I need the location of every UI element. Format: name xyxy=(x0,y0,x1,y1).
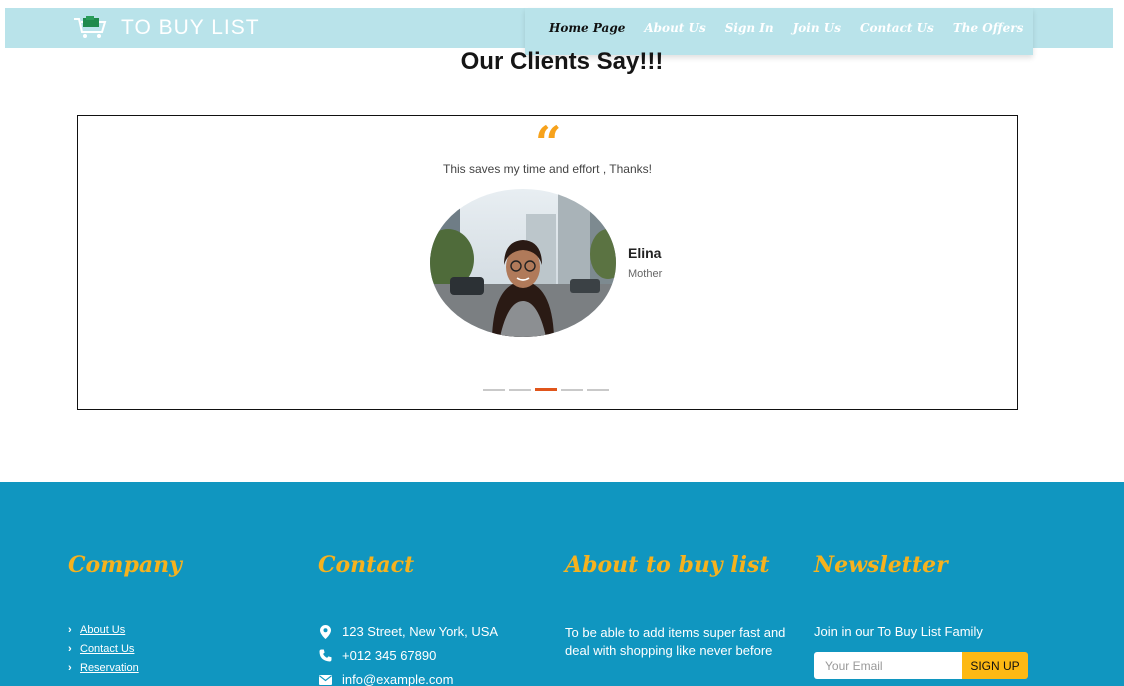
nav-home-page[interactable]: Home Page xyxy=(549,21,625,35)
envelope-icon xyxy=(318,673,332,686)
carousel-dot-3[interactable] xyxy=(535,388,557,391)
signup-button[interactable]: SIGN UP xyxy=(962,652,1028,679)
footer-company-heading: Company xyxy=(68,552,182,578)
footer-newsletter-heading: Newsletter xyxy=(814,552,948,578)
footer-company: Company › About Us › Contact Us › Reservati… xyxy=(68,552,182,674)
footer-contact: Contact 123 Street, New York, USA +012 3… xyxy=(318,552,498,686)
chevron-right-icon: › xyxy=(68,662,72,674)
carousel-dot-2[interactable] xyxy=(509,389,531,391)
nav-join-us[interactable]: Join Us xyxy=(793,21,841,35)
author-name: Elina xyxy=(628,245,662,261)
quote-icon: “ xyxy=(535,116,562,170)
testimonial-quote: This saves my time and effort , Thanks! xyxy=(443,162,652,176)
footer: Company › About Us › Contact Us › Reservati… xyxy=(0,482,1124,686)
carousel-dot-5[interactable] xyxy=(587,389,609,391)
phone-icon xyxy=(318,649,332,663)
shopping-cart-icon xyxy=(74,16,107,38)
author-photo-image xyxy=(430,189,616,337)
footer-about-heading: About to buy list xyxy=(565,552,770,578)
brand-name: TO BUY LIST xyxy=(121,16,260,39)
contact-address-text: 123 Street, New York, USA xyxy=(342,624,499,639)
footer-link-contact-us[interactable]: › Contact Us xyxy=(68,643,139,655)
carousel-dot-1[interactable] xyxy=(483,389,505,391)
section-title: Our Clients Say!!! xyxy=(460,48,664,75)
footer-link-label: Contact Us xyxy=(80,643,135,655)
footer-link-reservation[interactable]: › Reservation xyxy=(68,662,139,674)
contact-phone: +012 345 67890 xyxy=(318,648,498,663)
contact-phone-text: +012 345 67890 xyxy=(342,648,437,663)
brand[interactable]: TO BUY LIST xyxy=(73,14,260,42)
nav-sign-in[interactable]: Sign In xyxy=(725,21,774,35)
nav-contact-us[interactable]: Contact Us xyxy=(860,21,934,35)
newsletter-email-input[interactable] xyxy=(814,652,962,679)
footer-link-label: About Us xyxy=(80,624,126,636)
carousel-dot-4[interactable] xyxy=(561,389,583,391)
contact-info: 123 Street, New York, USA +012 345 67890… xyxy=(318,624,498,686)
footer-about-text: To be able to add items super fast and d… xyxy=(565,625,786,658)
testimonial-carousel: “ This saves my time and effort , Thanks… xyxy=(77,115,1018,410)
top-navbar: TO BUY LIST Home Page About Us Sign In J… xyxy=(5,8,1113,55)
footer-link-label: Reservation xyxy=(80,662,139,674)
footer-contact-heading: Contact xyxy=(318,552,415,578)
carousel-indicators xyxy=(483,388,609,391)
footer-link-about-us[interactable]: › About Us xyxy=(68,624,139,636)
footer-about: About to buy list To be able to add item… xyxy=(565,552,785,658)
map-marker-icon xyxy=(318,624,332,639)
company-links: › About Us › Contact Us › Reservation xyxy=(68,624,139,681)
newsletter-text: Join in our To Buy List Family xyxy=(814,624,983,639)
nav-about-us[interactable]: About Us xyxy=(644,21,705,35)
nav-the-offers[interactable]: The Offers xyxy=(953,21,1024,35)
author-photo xyxy=(430,189,616,337)
contact-email: info@example.com xyxy=(318,672,498,686)
contact-email-text: info@example.com xyxy=(342,672,454,686)
contact-address: 123 Street, New York, USA xyxy=(318,624,498,639)
chevron-right-icon: › xyxy=(68,643,72,655)
chevron-right-icon: › xyxy=(68,624,72,636)
author-role: Mother xyxy=(628,268,663,280)
footer-newsletter: Newsletter Join in our To Buy List Famil… xyxy=(814,552,1028,679)
